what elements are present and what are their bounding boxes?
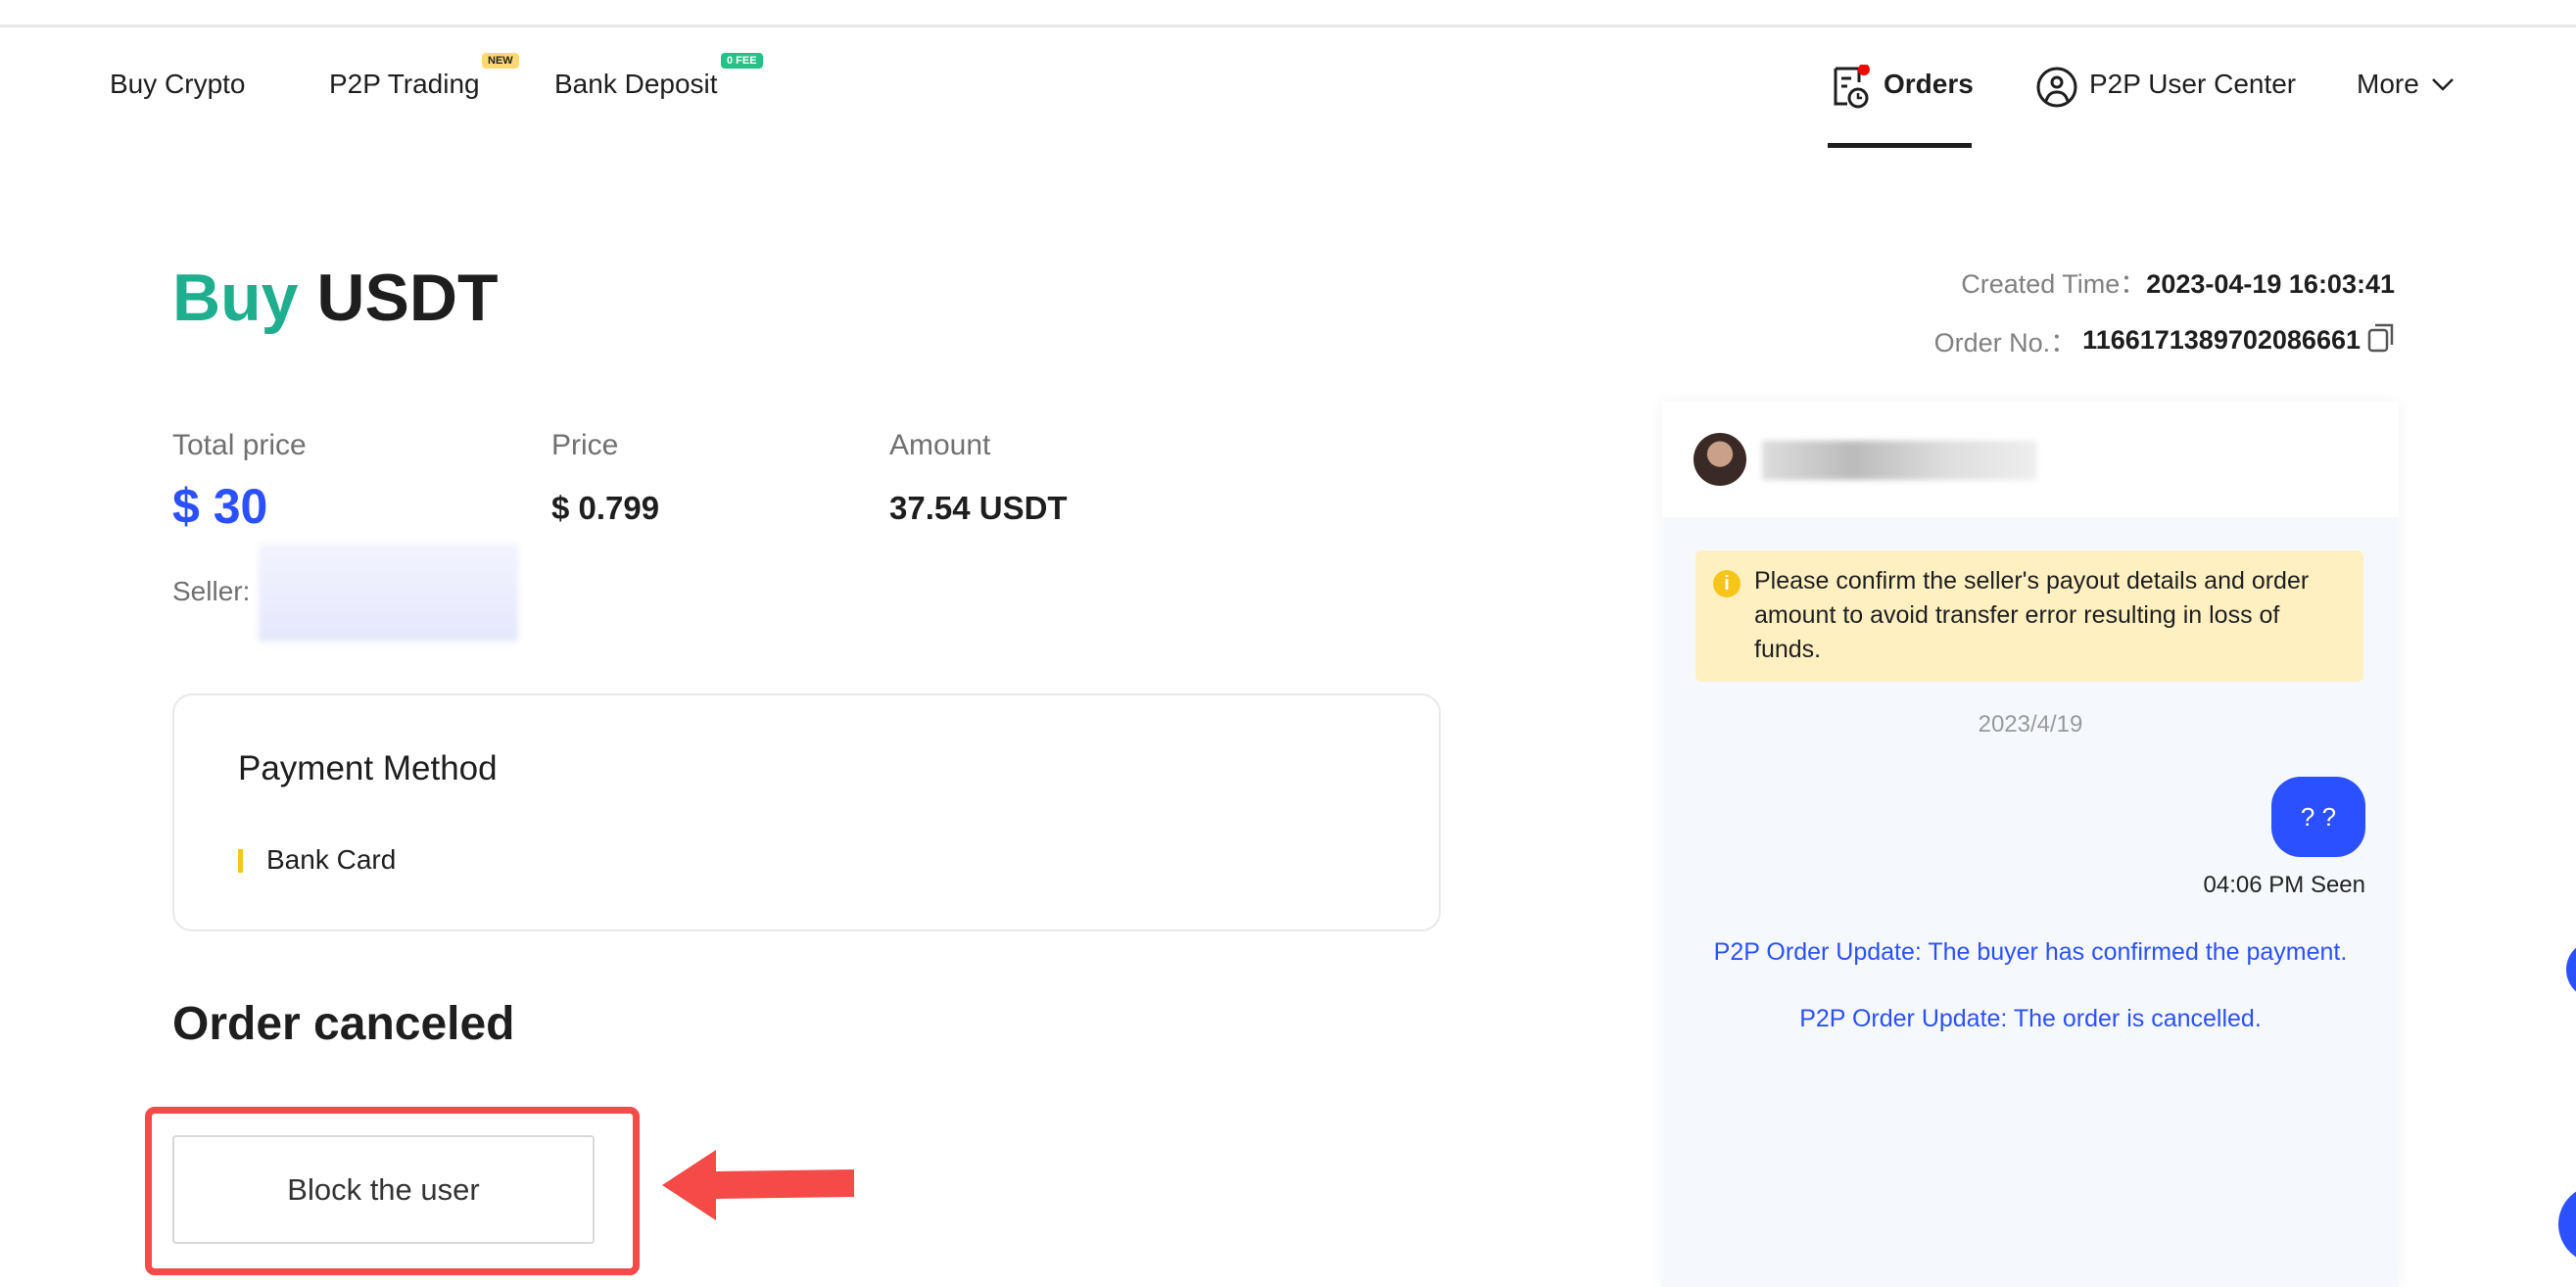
chat-date: 2023/4/19	[1978, 711, 2083, 738]
order-no-value: 1166171389702086661	[2082, 325, 2361, 355]
seller-avatar	[1693, 433, 1746, 486]
user-icon	[2036, 67, 2077, 108]
page-title: Buy USDT	[172, 260, 498, 336]
nav-p2p-user-center[interactable]: P2P User Center	[2089, 69, 2296, 100]
system-update-1: P2P Order Update: The buyer has confirme…	[1713, 938, 2348, 966]
chat-panel: i Please confirm the seller's payout det…	[1662, 402, 2399, 1287]
warning-text: Please confirm the seller's payout detai…	[1754, 567, 2310, 663]
nav-orders[interactable]: Orders	[1884, 69, 1974, 100]
total-price-value: $ 30	[172, 479, 268, 534]
chat-header	[1662, 402, 2399, 517]
amount-label: Amount	[889, 429, 991, 461]
nav-p2p-trading[interactable]: P2P Trading	[329, 69, 480, 100]
chevron-down-icon[interactable]	[2431, 76, 2455, 97]
active-tab-underline	[1828, 143, 1972, 148]
nav-bank-deposit[interactable]: Bank Deposit	[554, 69, 718, 100]
chat-message-bubble: ? ?	[2271, 777, 2365, 857]
seller-name-redacted	[1762, 441, 2036, 480]
payment-method-card: Payment Method Bank Card	[172, 693, 1441, 931]
warning-notice: i Please confirm the seller's payout det…	[1695, 550, 2363, 682]
nav-buy-crypto[interactable]: Buy Crypto	[110, 69, 246, 100]
zero-fee-badge: 0 FEE	[721, 53, 763, 69]
seller-label: Seller:	[172, 576, 251, 606]
order-no-label: Order No.：	[1933, 328, 2077, 358]
seller-name-redacted	[259, 544, 518, 642]
block-user-button[interactable]: Block the user	[172, 1135, 595, 1244]
info-icon: i	[1713, 570, 1741, 597]
new-badge: NEW	[482, 53, 519, 69]
red-arrow-annotation	[662, 1150, 854, 1225]
nav-more[interactable]: More	[2357, 69, 2419, 100]
price-label: Price	[551, 429, 619, 461]
floating-action-button[interactable]	[2566, 940, 2576, 999]
payment-color-bar	[238, 849, 243, 873]
message-meta: 04:06 PM Seen	[2203, 872, 2365, 898]
copy-icon[interactable]	[2366, 321, 2398, 359]
price-value: $ 0.799	[551, 490, 660, 526]
orders-icon	[1832, 64, 1873, 110]
chat-support-button[interactable]	[2558, 1185, 2576, 1263]
order-side: Buy	[172, 261, 299, 335]
created-time-value: 2023-04-19 16:03:41	[2146, 269, 2395, 299]
order-asset: USDT	[316, 261, 499, 335]
order-status: Order canceled	[172, 998, 515, 1050]
total-price-label: Total price	[172, 429, 307, 461]
payment-method-bank-card: Bank Card	[266, 844, 397, 875]
payment-method-title: Payment Method	[238, 749, 498, 787]
created-time-label: Created Time：	[1961, 269, 2147, 299]
amount-value: 37.54 USDT	[889, 490, 1068, 526]
system-update-2: P2P Order Update: The order is cancelled…	[1799, 1005, 2262, 1032]
top-divider	[0, 24, 2576, 27]
